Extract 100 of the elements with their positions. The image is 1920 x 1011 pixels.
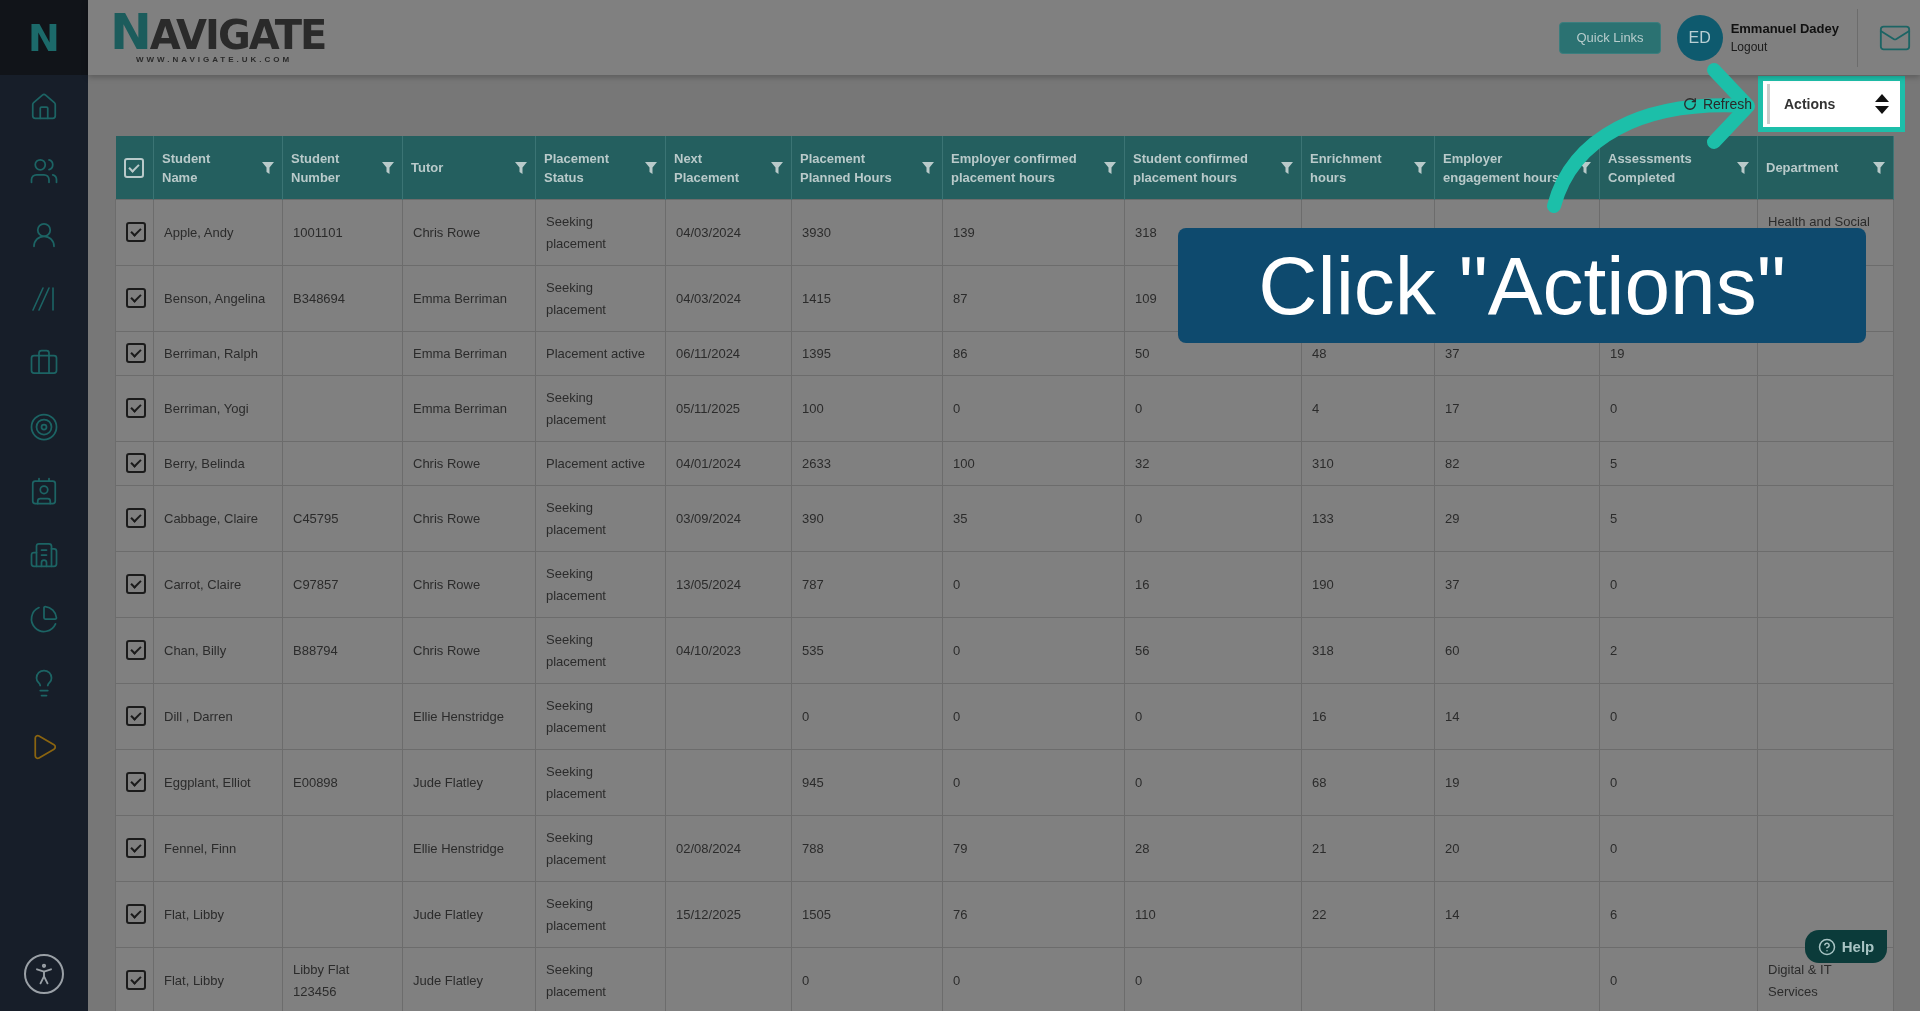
column-header[interactable]: Department xyxy=(1766,158,1839,177)
table-cell-text: Flat, Libby xyxy=(164,972,224,990)
table-cell-text: 2633 xyxy=(802,455,831,473)
row-checkbox[interactable] xyxy=(126,222,146,242)
table-cell-text: 0 xyxy=(953,708,961,726)
row-checkbox[interactable] xyxy=(126,838,146,858)
table-cell-text: 0 xyxy=(1135,708,1143,726)
select-all-checkbox[interactable] xyxy=(123,157,144,178)
table-cell-text: Seeking placement xyxy=(546,279,607,319)
filter-icon[interactable] xyxy=(645,161,657,174)
table-cell-text: 6 xyxy=(1610,906,1618,924)
table-cell-text: Seeking placement xyxy=(546,631,607,671)
table-cell-text: Seeking placement xyxy=(546,961,607,1001)
table-cell-text: 15/12/2025 xyxy=(676,906,742,924)
table-cell-text: 5 xyxy=(1610,455,1618,473)
table-cell-text: Seeking placement xyxy=(546,213,607,253)
row-checkbox[interactable] xyxy=(126,970,146,990)
table-cell-text: 22 xyxy=(1312,906,1327,924)
filter-icon[interactable] xyxy=(382,161,394,174)
filter-icon[interactable] xyxy=(262,161,274,174)
row-checkbox[interactable] xyxy=(126,343,146,363)
filter-icon[interactable] xyxy=(1414,161,1426,174)
row-checkbox[interactable] xyxy=(126,574,146,594)
table-cell-text: 28 xyxy=(1135,840,1150,858)
table-cell-text: 48 xyxy=(1312,345,1327,363)
user-avatar[interactable]: ED xyxy=(1676,14,1723,61)
table-cell-text: Ellie Henstridge xyxy=(413,840,505,858)
table-cell-text: 139 xyxy=(953,224,975,242)
table-cell-text: 109 xyxy=(1135,290,1157,308)
table-cell-text: 76 xyxy=(953,906,968,924)
table-cell-text: Apple, Andy xyxy=(164,224,234,242)
table-cell-text: 4 xyxy=(1312,400,1320,418)
table-cell-text: 56 xyxy=(1135,642,1150,660)
table-cell-text: 0 xyxy=(1135,774,1143,792)
sort-icon xyxy=(1875,94,1889,114)
table-cell-text: E00898 xyxy=(293,774,338,792)
table-cell-text: Berriman, Ralph xyxy=(164,345,258,363)
table-cell-text: 0 xyxy=(953,972,961,990)
table-cell-text: 37 xyxy=(1445,345,1460,363)
table-cell-text: Seeking placement xyxy=(546,389,607,429)
table-cell-text: Benson, Angelina xyxy=(164,290,266,308)
filter-icon[interactable] xyxy=(1873,161,1885,174)
accessibility-icon[interactable] xyxy=(24,954,64,994)
filter-icon[interactable] xyxy=(1281,161,1293,174)
filter-icon[interactable] xyxy=(1737,161,1749,174)
table-cell-text: 133 xyxy=(1312,510,1334,528)
table-cell-text: Berriman, Yogi xyxy=(164,400,249,418)
help-button[interactable]: Help xyxy=(1805,930,1887,963)
table-cell-text: 35 xyxy=(953,510,968,528)
table-cell-text: 05/11/2025 xyxy=(676,400,741,418)
table-cell-text: 535 xyxy=(802,642,824,660)
table-cell-text: Emma Berriman xyxy=(413,345,507,363)
table-cell-text: Digital & IT Services xyxy=(1768,961,1833,1001)
refresh-button[interactable]: Refresh xyxy=(1682,96,1752,112)
row-checkbox[interactable] xyxy=(126,772,146,792)
table-cell-text: 16 xyxy=(1135,576,1150,594)
row-checkbox[interactable] xyxy=(126,508,146,528)
table-cell-text: 5 xyxy=(1610,510,1618,528)
table-cell-text: 20 xyxy=(1445,840,1460,858)
table-cell-text: 0 xyxy=(953,642,961,660)
table-cell-text: 318 xyxy=(1312,642,1334,660)
table-cell-text: Health and Social xyxy=(1768,213,1870,231)
table-cell-text: 190 xyxy=(1312,576,1334,594)
filter-icon[interactable] xyxy=(1104,161,1116,174)
row-checkbox[interactable] xyxy=(126,288,146,308)
table-cell-text: C45795 xyxy=(293,510,339,528)
table-cell-text: 2 xyxy=(1610,642,1618,660)
table-cell-text: Chris Rowe xyxy=(413,642,481,660)
table-cell-text: Chris Rowe xyxy=(413,510,481,528)
table-cell-text: 0 xyxy=(802,972,810,990)
table-cell-text: C97857 xyxy=(293,576,339,594)
row-checkbox[interactable] xyxy=(126,398,146,418)
table-cell-text: 04/03/2024 xyxy=(676,224,742,242)
row-checkbox[interactable] xyxy=(126,706,146,726)
table-cell-text: 50 xyxy=(1135,345,1150,363)
table-cell-text: 0 xyxy=(1610,576,1618,594)
row-checkbox[interactable] xyxy=(126,904,146,924)
filter-icon[interactable] xyxy=(922,161,934,174)
table-cell-text: 06/11/2024 xyxy=(676,345,741,363)
table-cell-text: 17 xyxy=(1445,400,1460,418)
table-cell-text: Fennel, Finn xyxy=(164,840,237,858)
table-cell-text: Seeking placement xyxy=(546,895,607,935)
table-cell-text: 1415 xyxy=(802,290,831,308)
table-cell-text: Seeking placement xyxy=(546,565,607,605)
row-checkbox[interactable] xyxy=(126,453,146,473)
table-cell-text: 318 xyxy=(1135,224,1157,242)
table-cell-text: 68 xyxy=(1312,774,1327,792)
table-cell-text: 0 xyxy=(1135,510,1143,528)
filter-icon[interactable] xyxy=(1579,161,1591,174)
column-header[interactable]: Tutor xyxy=(411,158,444,177)
table-cell-text: Seeking placement xyxy=(546,499,607,539)
table-cell-text: 82 xyxy=(1445,455,1460,473)
table-cell-text: 390 xyxy=(802,510,824,528)
logout-link[interactable]: Logout xyxy=(1730,40,1839,54)
table-cell-text: 310 xyxy=(1312,455,1334,473)
filter-icon[interactable] xyxy=(515,161,527,174)
row-checkbox[interactable] xyxy=(126,640,146,660)
filter-icon[interactable] xyxy=(771,161,783,174)
quick-links-button[interactable]: Quick Links xyxy=(1559,21,1661,54)
table-cell-text: Emma Berriman xyxy=(413,290,507,308)
